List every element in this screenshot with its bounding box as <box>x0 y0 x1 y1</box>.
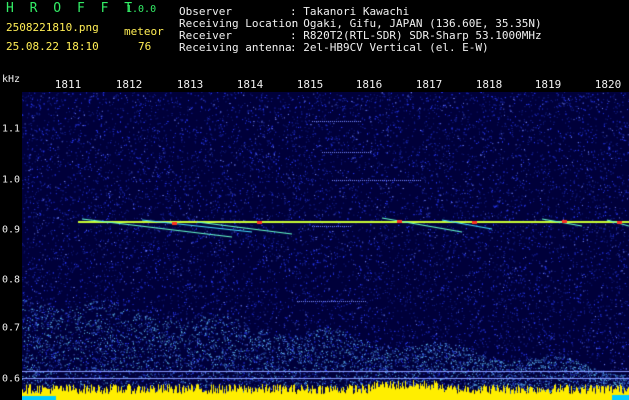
capture-datetime: 25.08.22 18:10 <box>6 40 99 53</box>
y-tick: 0.9 <box>2 224 21 236</box>
x-tick: 1818 <box>475 78 503 91</box>
mode-label: meteor <box>124 25 164 38</box>
x-tick: 1820 <box>594 78 622 91</box>
header-panel: H R O F F T 1.0.0 2508221810.png 25.08.2… <box>0 0 629 72</box>
spectrogram-plot <box>22 92 629 400</box>
y-tick: 1.1 <box>2 123 21 135</box>
info-label-antenna: Receiving antenna <box>179 41 292 54</box>
y-tick: 0.8 <box>2 274 21 286</box>
y-tick: 0.6 <box>2 373 21 385</box>
meteor-count: 76 <box>138 40 152 53</box>
app-title: H R O F F T <box>6 1 137 16</box>
x-tick: 1814 <box>236 78 264 91</box>
file-name: 2508221810.png <box>6 21 99 34</box>
y-tick: 0.7 <box>2 322 21 334</box>
x-tick: 1815 <box>296 78 324 91</box>
x-tick: 1817 <box>415 78 443 91</box>
x-tick: 1816 <box>355 78 383 91</box>
app-version: 1.0.0 <box>126 4 157 15</box>
info-value-antenna: : 2el-HB9CV Vertical (el. E-W) <box>290 41 489 54</box>
x-axis: 1811 1812 1813 1814 1815 1816 1817 1818 … <box>0 78 629 92</box>
x-tick: 1813 <box>176 78 204 91</box>
x-tick: 1812 <box>115 78 143 91</box>
x-tick: 1811 <box>54 78 82 91</box>
spectrogram-canvas <box>22 92 629 400</box>
y-tick: 1.0 <box>2 174 21 186</box>
x-tick: 1819 <box>534 78 562 91</box>
y-axis: 1.1 1.0 0.9 0.8 0.7 0.6 <box>0 92 22 400</box>
